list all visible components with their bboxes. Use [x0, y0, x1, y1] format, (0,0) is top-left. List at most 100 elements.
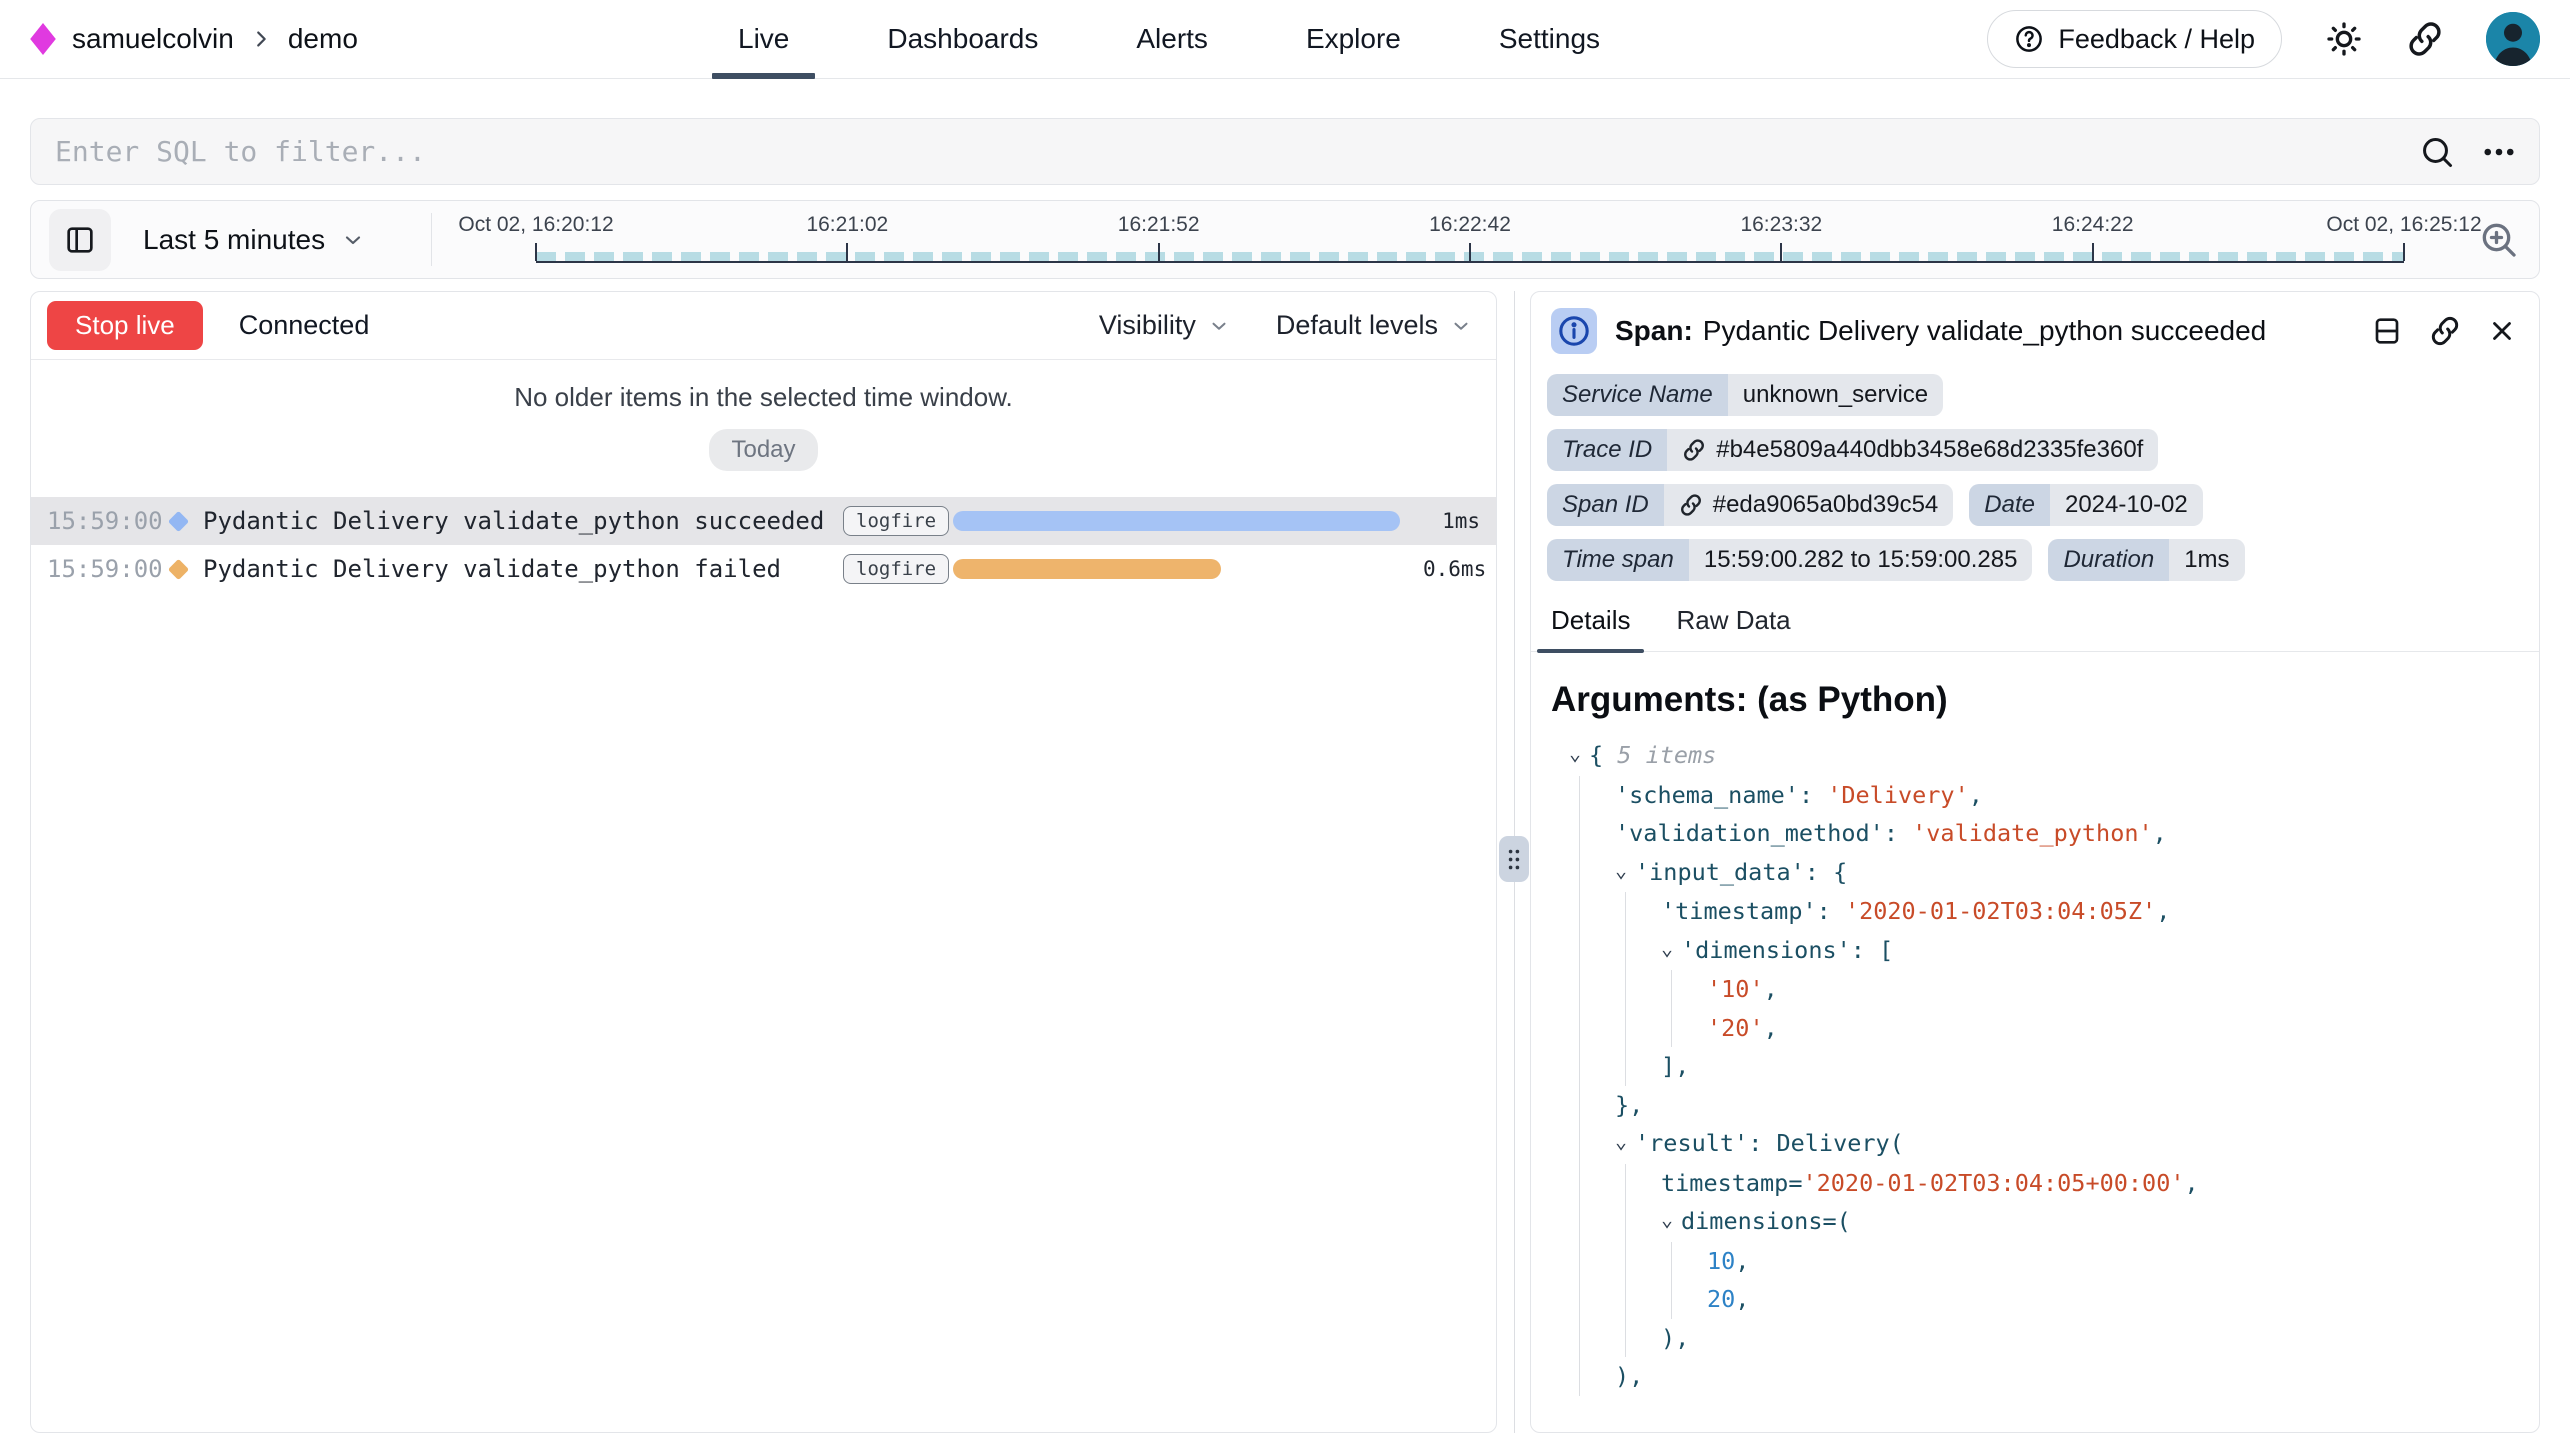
code-token-meta: 5 items: [1617, 741, 1716, 769]
log-timestamp: 15:59:00: [47, 555, 167, 583]
log-row[interactable]: 15:59:00Pydantic Delivery validate_pytho…: [31, 497, 1496, 545]
logo-icon[interactable]: [30, 23, 56, 55]
default-levels-dropdown[interactable]: Default levels: [1276, 310, 1472, 341]
share-link-button[interactable]: [2406, 20, 2444, 58]
theme-toggle-button[interactable]: [2324, 19, 2364, 59]
arguments-heading: Arguments: (as Python): [1551, 680, 2519, 720]
code-token-str: '2020-01-02T03:04:05+00:00': [1802, 1169, 2184, 1197]
code-token-pun: ,: [2156, 897, 2170, 925]
main-content: Stop live Connected Visibility Default l…: [30, 291, 2540, 1433]
span-title: Span:Pydantic Delivery validate_python s…: [1615, 315, 2266, 347]
code-line: 20,: [1551, 1280, 2531, 1319]
collapse-caret-icon[interactable]: ⌄: [1615, 851, 1635, 890]
nav-tabs: Live Dashboards Alerts Explore Settings: [738, 0, 1600, 78]
empty-window-notice: No older items in the selected time wind…: [31, 382, 1496, 413]
span-badges: Service Nameunknown_serviceTrace ID#b4e5…: [1531, 362, 2539, 581]
stop-live-button[interactable]: Stop live: [47, 301, 203, 350]
tag-badge[interactable]: logfire: [843, 506, 949, 536]
tag-badge[interactable]: logfire: [843, 554, 949, 584]
timeline-tick-mark: [2092, 243, 2094, 261]
timeline-tick-label: Oct 02, 16:20:12: [458, 213, 613, 237]
code-line: ),: [1551, 1357, 2531, 1396]
live-panel-header: Stop live Connected Visibility Default l…: [31, 292, 1496, 360]
timeline-tick-label: 16:21:02: [806, 213, 888, 237]
tab-details[interactable]: Details: [1551, 605, 1630, 651]
breadcrumb-separator-icon: [250, 28, 272, 50]
breadcrumb-org[interactable]: samuelcolvin: [72, 23, 234, 55]
badge-value[interactable]: #eda9065a0bd39c54: [1664, 484, 1954, 526]
tab-raw-data[interactable]: Raw Data: [1676, 605, 1790, 651]
time-range-selector[interactable]: Last 5 minutes: [143, 201, 365, 278]
timeline-tick-label: 16:22:42: [1429, 213, 1511, 237]
time-range-bar: Last 5 minutes Oct 02, 16:20:1216:21:021…: [30, 200, 2540, 279]
code-line: timestamp='2020-01-02T03:04:05+00:00',: [1551, 1164, 2531, 1203]
tab-alerts[interactable]: Alerts: [1136, 0, 1208, 78]
code-token-pun: },: [1615, 1091, 1643, 1119]
code-line: ⌄'dimensions': [: [1551, 931, 2531, 971]
attribute-badge: Time span15:59:00.282 to 15:59:00.285: [1547, 539, 2032, 581]
breadcrumb-project[interactable]: demo: [288, 23, 358, 55]
chevron-down-icon: [1450, 315, 1472, 337]
tab-explore[interactable]: Explore: [1306, 0, 1401, 78]
drag-handle-icon: [1506, 847, 1522, 872]
badge-value: unknown_service: [1728, 374, 1943, 416]
code-token-pun: ,: [1764, 1014, 1778, 1042]
feedback-help-button[interactable]: Feedback / Help: [1987, 10, 2282, 68]
tab-live[interactable]: Live: [738, 0, 789, 78]
badge-label: Service Name: [1547, 374, 1728, 416]
tab-settings[interactable]: Settings: [1499, 0, 1600, 78]
badge-label: Time span: [1547, 539, 1689, 581]
span-panel-actions: [2371, 315, 2517, 347]
log-row[interactable]: 15:59:00 Pydantic Delivery validate_pytho…: [31, 545, 1496, 593]
badge-value[interactable]: #b4e5809a440dbb3458e68d2335fe360f: [1667, 429, 2158, 471]
split-view-icon[interactable]: [2371, 315, 2403, 347]
drag-handle[interactable]: [1499, 836, 1529, 882]
collapse-caret-icon[interactable]: ⌄: [1661, 929, 1681, 968]
code-token-key: 'timestamp': [1661, 897, 1817, 925]
code-token-key: 'schema_name': [1615, 781, 1799, 809]
code-line: 10,: [1551, 1242, 2531, 1281]
code-token-pun: {: [1589, 741, 1617, 769]
badge-link-icon[interactable]: [1679, 493, 1703, 517]
tab-dashboards[interactable]: Dashboards: [887, 0, 1038, 78]
sql-filter-bar: [30, 118, 2540, 185]
panel-toggle-button[interactable]: [49, 209, 111, 271]
collapse-caret-icon[interactable]: ⌄: [1569, 734, 1589, 773]
collapse-caret-icon[interactable]: ⌄: [1615, 1122, 1635, 1161]
code-token-pun: ,: [2185, 1169, 2199, 1197]
zoom-in-icon[interactable]: [2479, 220, 2519, 260]
code-line: ],: [1551, 1047, 2531, 1086]
timebar-divider: [431, 213, 432, 266]
code-line: ⌄dimensions=(: [1551, 1202, 2531, 1242]
log-message: Pydantic Delivery validate_python failed: [203, 555, 843, 583]
avatar[interactable]: [2486, 12, 2540, 66]
panel-splitter: [1497, 291, 1530, 1433]
code-token-key: 'result': [1635, 1129, 1748, 1157]
code-token-key: Delivery(: [1776, 1129, 1903, 1157]
timeline[interactable]: Oct 02, 16:20:1216:21:0216:21:5216:22:42…: [536, 201, 2404, 278]
code-token-num: 10: [1707, 1247, 1735, 1275]
live-panel: Stop live Connected Visibility Default l…: [30, 291, 1497, 1433]
close-icon[interactable]: [2487, 316, 2517, 346]
code-token-str: 'validate_python': [1912, 819, 2153, 847]
code-token-key: 'dimensions': [1681, 936, 1851, 964]
span-link-icon[interactable]: [2429, 315, 2461, 347]
sql-filter-input[interactable]: [53, 134, 2419, 169]
visibility-dropdown[interactable]: Visibility: [1099, 310, 1230, 341]
search-icon[interactable]: [2419, 134, 2455, 170]
span-panel-header: Span:Pydantic Delivery validate_python s…: [1531, 292, 2539, 362]
code-token-str: '2020-01-02T03:04:05Z': [1845, 897, 2156, 925]
nav-right: Feedback / Help: [1987, 10, 2540, 68]
badge-link-icon[interactable]: [1682, 438, 1706, 462]
code-token-pun: ,: [1969, 781, 1983, 809]
span-title-text: Pydantic Delivery validate_python succee…: [1703, 315, 2266, 346]
code-token-num: 20: [1707, 1285, 1735, 1313]
code-token-key: 'validation_method': [1615, 819, 1884, 847]
day-divider-badge: Today: [709, 429, 817, 471]
more-icon[interactable]: [2481, 134, 2517, 170]
log-rows: 15:59:00 Pydantic Delivery validate_pytho…: [31, 497, 1496, 593]
level-diamond-icon: [168, 510, 189, 531]
collapse-caret-icon[interactable]: ⌄: [1661, 1200, 1681, 1239]
code-token-pun: ),: [1615, 1362, 1643, 1390]
default-levels-label: Default levels: [1276, 310, 1438, 341]
